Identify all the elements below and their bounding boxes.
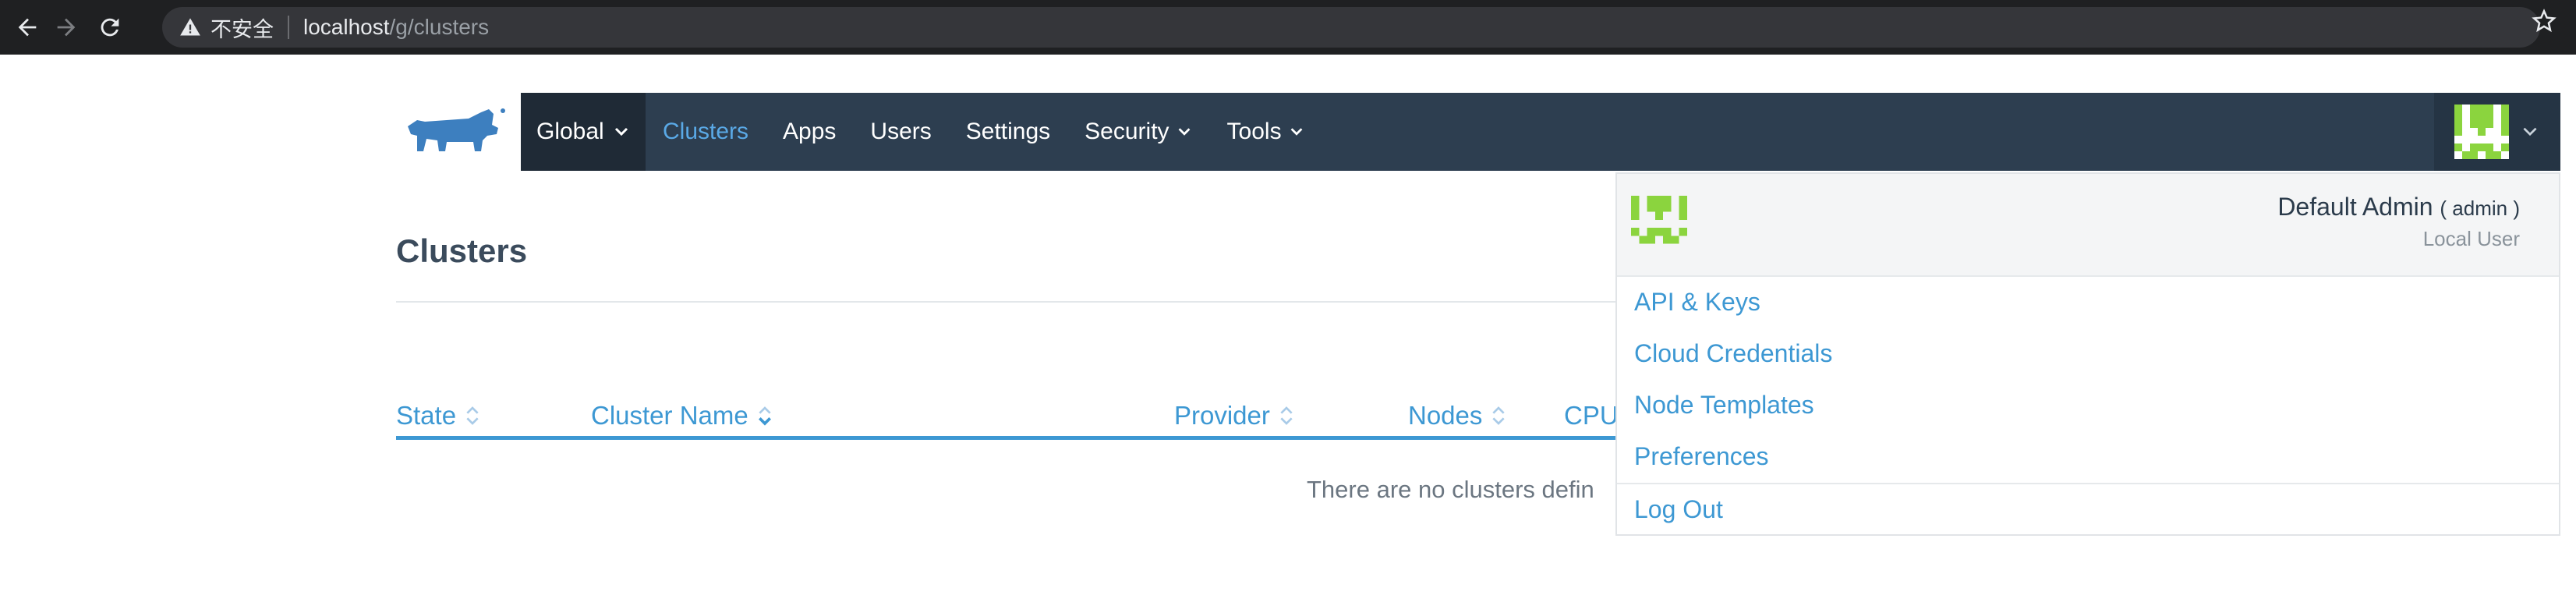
empty-state-message: There are no clusters defin: [1307, 476, 1594, 503]
url-path: /g/clusters: [389, 15, 490, 39]
main-nav: Clusters Apps Users Settings Security To…: [646, 93, 1322, 171]
nav-security[interactable]: Security: [1067, 93, 1209, 171]
reload-icon[interactable]: [90, 8, 129, 47]
chevron-down-icon: [1178, 128, 1190, 136]
column-state[interactable]: State: [396, 396, 481, 435]
page-title: Clusters: [396, 232, 528, 269]
column-cpu-label: CPU: [1564, 401, 1619, 430]
menu-item-node-templates[interactable]: Node Templates: [1634, 391, 1814, 420]
sort-icon: [1492, 406, 1506, 425]
nav-apps-label: Apps: [783, 119, 837, 144]
nav-users[interactable]: Users: [853, 93, 948, 171]
warning-icon: [179, 16, 201, 38]
nav-users-label: Users: [870, 119, 932, 144]
user-avatar-icon: [2454, 105, 2509, 159]
chevron-down-icon: [614, 127, 628, 136]
user-info-header: Default Admin ( admin ) Local User: [1617, 174, 2559, 277]
column-state-label: State: [396, 401, 457, 430]
rancher-cow-icon: [408, 108, 505, 151]
chevron-down-icon: [1290, 128, 1302, 136]
security-warning-label[interactable]: 不安全: [211, 12, 274, 43]
sort-icon: [466, 406, 479, 425]
column-cluster-name-label: Cluster Name: [591, 401, 748, 430]
menu-item-preferences[interactable]: Preferences: [1634, 442, 1769, 471]
menu-item-cloud-credentials[interactable]: Cloud Credentials: [1634, 339, 1832, 368]
column-nodes[interactable]: Nodes: [1408, 396, 1507, 435]
sort-icon: [758, 406, 771, 426]
global-label: Global: [536, 119, 604, 144]
nav-settings-label: Settings: [965, 119, 1051, 144]
bookmark-star-icon[interactable]: [2531, 8, 2557, 34]
nav-clusters[interactable]: Clusters: [646, 93, 766, 171]
column-provider-label: Provider: [1174, 401, 1270, 430]
menu-item-api-keys[interactable]: API & Keys: [1634, 288, 1760, 317]
nav-settings[interactable]: Settings: [949, 93, 1067, 171]
nav-tools[interactable]: Tools: [1210, 93, 1322, 171]
nav-clusters-label: Clusters: [663, 119, 749, 144]
menu-item-log-out[interactable]: Log Out: [1634, 495, 1723, 524]
forward-icon[interactable]: [47, 8, 86, 47]
clusters-table-header: State Cluster Name Provider Nodes CPU: [396, 396, 1675, 440]
user-type: Local User: [2422, 227, 2520, 250]
nav-tools-label: Tools: [1226, 119, 1282, 144]
url-divider: [288, 16, 289, 39]
nav-apps[interactable]: Apps: [766, 93, 853, 171]
user-name: Default Admin: [2277, 193, 2433, 221]
column-cluster-name[interactable]: Cluster Name: [591, 396, 773, 435]
sort-icon: [1280, 406, 1293, 425]
user-login: ( admin ): [2440, 197, 2520, 220]
user-avatar-icon: [1631, 196, 1687, 244]
column-cpu[interactable]: CPU: [1564, 396, 1619, 435]
nav-security-label: Security: [1085, 119, 1169, 144]
global-scope-dropdown[interactable]: Global: [521, 93, 646, 171]
url-host: localhost: [303, 15, 390, 39]
browser-toolbar: 不安全 localhost /g/clusters: [0, 0, 2576, 55]
title-divider: [396, 301, 1675, 303]
user-dropdown-menu: Default Admin ( admin ) Local User API &…: [1615, 172, 2560, 536]
address-bar[interactable]: 不安全 localhost /g/clusters: [162, 7, 2540, 48]
user-menu-toggle[interactable]: [2434, 93, 2560, 171]
column-provider[interactable]: Provider: [1174, 396, 1295, 435]
user-display-name: Default Admin ( admin ): [2277, 193, 2520, 221]
column-nodes-label: Nodes: [1408, 401, 1483, 430]
menu-divider: [1617, 483, 2559, 484]
chevron-down-icon: [2523, 127, 2537, 136]
back-icon[interactable]: [8, 8, 47, 47]
rancher-logo[interactable]: [388, 93, 521, 171]
